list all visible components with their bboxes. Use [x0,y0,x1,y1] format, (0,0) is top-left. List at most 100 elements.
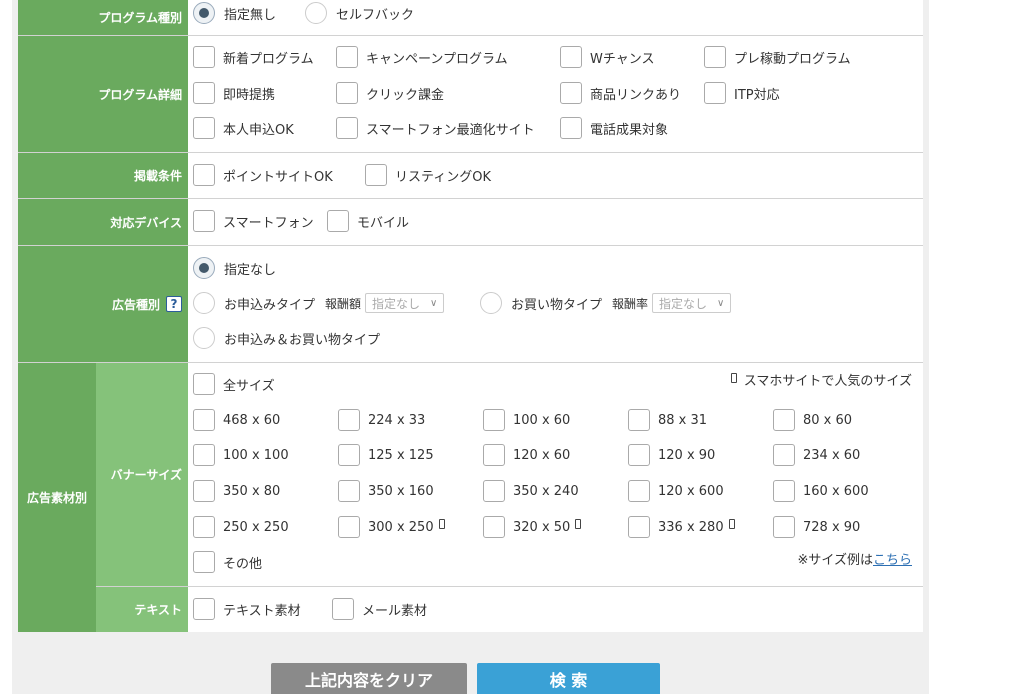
checkbox[interactable] [483,516,505,538]
checkbox[interactable] [193,480,215,502]
clear-button[interactable]: 上記内容をクリア [271,663,467,694]
checkbox[interactable] [628,444,650,466]
checkbox[interactable] [336,82,358,104]
checkbox[interactable] [628,480,650,502]
checkbox-click-billing[interactable]: クリック課金 [336,82,444,104]
help-icon[interactable]: ? [166,296,182,312]
checkbox-size-120x60[interactable]: 120 x 60 [483,444,570,466]
search-button[interactable]: 検 索 [477,663,660,694]
checkbox[interactable] [628,516,650,538]
checkbox-size-336x280[interactable]: 336 x 280 [628,516,735,538]
checkbox-size-350x160[interactable]: 350 x 160 [338,480,434,502]
checkbox[interactable] [193,164,215,186]
checkbox-self-apply-ok[interactable]: 本人申込OK [193,117,294,139]
checkbox-all-sizes[interactable]: 全サイズ [193,373,275,395]
checkbox[interactable] [483,444,505,466]
checkbox[interactable] [773,480,795,502]
checkbox-size-120x90[interactable]: 120 x 90 [628,444,715,466]
size-example-link[interactable]: こちら [873,549,912,568]
checkbox[interactable] [483,480,505,502]
checkbox-smartphone-optimized[interactable]: スマートフォン最適化サイト [336,117,535,139]
checkbox[interactable] [773,444,795,466]
checkbox[interactable] [365,164,387,186]
checkbox-label: 120 x 600 [658,483,724,499]
checkbox-campaign-program[interactable]: キャンペーンプログラム [336,46,508,68]
checkbox[interactable] [338,516,360,538]
checkbox[interactable] [336,46,358,68]
checkbox-text-material[interactable]: テキスト素材 [193,598,301,620]
checkbox[interactable] [773,409,795,431]
radio-indicator[interactable] [193,292,215,314]
checkbox[interactable] [483,409,505,431]
checkbox[interactable] [193,46,215,68]
checkbox[interactable] [193,598,215,620]
checkbox-instant-partnership[interactable]: 即時提携 [193,82,275,104]
checkbox-mobile[interactable]: モバイル [327,210,409,232]
checkbox[interactable] [193,373,215,395]
checkbox-size-other[interactable]: その他 [193,551,262,573]
checkbox[interactable] [193,444,215,466]
checkbox-size-100x60[interactable]: 100 x 60 [483,409,570,431]
checkbox-size-250x250[interactable]: 250 x 250 [193,516,289,538]
checkbox[interactable] [193,210,215,232]
checkbox[interactable] [773,516,795,538]
checkbox-size-320x50[interactable]: 320 x 50 [483,516,582,538]
checkbox[interactable] [704,82,726,104]
checkbox-label: 125 x 125 [368,447,434,463]
checkbox[interactable] [193,551,215,573]
checkbox-point-site-ok[interactable]: ポイントサイトOK [193,164,333,186]
radio-ad-type-none[interactable]: 指定なし [193,257,276,279]
checkbox-size-160x600[interactable]: 160 x 600 [773,480,869,502]
checkbox[interactable] [704,46,726,68]
checkbox-pre-operation[interactable]: プレ稼動プログラム [704,46,851,68]
radio-indicator-selected[interactable] [193,257,215,279]
checkbox[interactable] [193,409,215,431]
checkbox-size-125x125[interactable]: 125 x 125 [338,444,434,466]
checkbox-new-program[interactable]: 新着プログラム [193,46,314,68]
checkbox[interactable] [193,516,215,538]
checkbox-listing-ok[interactable]: リスティングOK [365,164,491,186]
checkbox[interactable] [560,117,582,139]
checkbox-mail-material[interactable]: メール素材 [332,598,427,620]
fee-rate-select[interactable]: 指定なし ∨ [652,293,732,313]
checkbox-product-link[interactable]: 商品リンクあり [560,82,681,104]
checkbox-w-chance[interactable]: Wチャンス [560,46,654,68]
radio-indicator[interactable] [480,292,502,314]
checkbox-size-728x90[interactable]: 728 x 90 [773,516,860,538]
checkbox[interactable] [560,82,582,104]
checkbox[interactable] [338,480,360,502]
radio-shop-type[interactable]: お買い物タイプ 報酬率 指定なし ∨ [480,292,732,314]
radio-indicator[interactable] [193,327,215,349]
radio-indicator[interactable] [305,2,327,24]
checkbox-size-120x600[interactable]: 120 x 600 [628,480,724,502]
checkbox-size-100x100[interactable]: 100 x 100 [193,444,289,466]
checkbox[interactable] [193,82,215,104]
radio-no-spec[interactable]: 指定無し [193,2,276,24]
checkbox-phone-conversion[interactable]: 電話成果対象 [560,117,668,139]
checkbox[interactable] [336,117,358,139]
radio-apply-and-shop-type[interactable]: お申込み＆お買い物タイプ [193,327,380,349]
fee-amount-select[interactable]: 指定なし ∨ [365,293,445,313]
checkbox-smartphone[interactable]: スマートフォン [193,210,314,232]
checkbox[interactable] [338,444,360,466]
fee-amount-value: 指定なし [372,296,421,311]
checkbox-size-234x60[interactable]: 234 x 60 [773,444,860,466]
checkbox[interactable] [332,598,354,620]
checkbox-size-224x33[interactable]: 224 x 33 [338,409,425,431]
checkbox[interactable] [193,117,215,139]
checkbox-size-350x80[interactable]: 350 x 80 [193,480,280,502]
checkbox-size-88x31[interactable]: 88 x 31 [628,409,707,431]
radio-apply-type[interactable]: お申込みタイプ 報酬額 指定なし ∨ [193,292,445,314]
checkbox-size-350x240[interactable]: 350 x 240 [483,480,579,502]
checkbox[interactable] [628,409,650,431]
checkbox-size-468x60[interactable]: 468 x 60 [193,409,280,431]
checkbox-label: 250 x 250 [223,519,289,535]
radio-indicator-selected[interactable] [193,2,215,24]
checkbox-size-300x250[interactable]: 300 x 250 [338,516,445,538]
checkbox[interactable] [560,46,582,68]
checkbox-itp-support[interactable]: ITP対応 [704,82,780,104]
checkbox[interactable] [338,409,360,431]
radio-self-back[interactable]: セルフバック [305,2,414,24]
checkbox[interactable] [327,210,349,232]
checkbox-size-80x60[interactable]: 80 x 60 [773,409,852,431]
